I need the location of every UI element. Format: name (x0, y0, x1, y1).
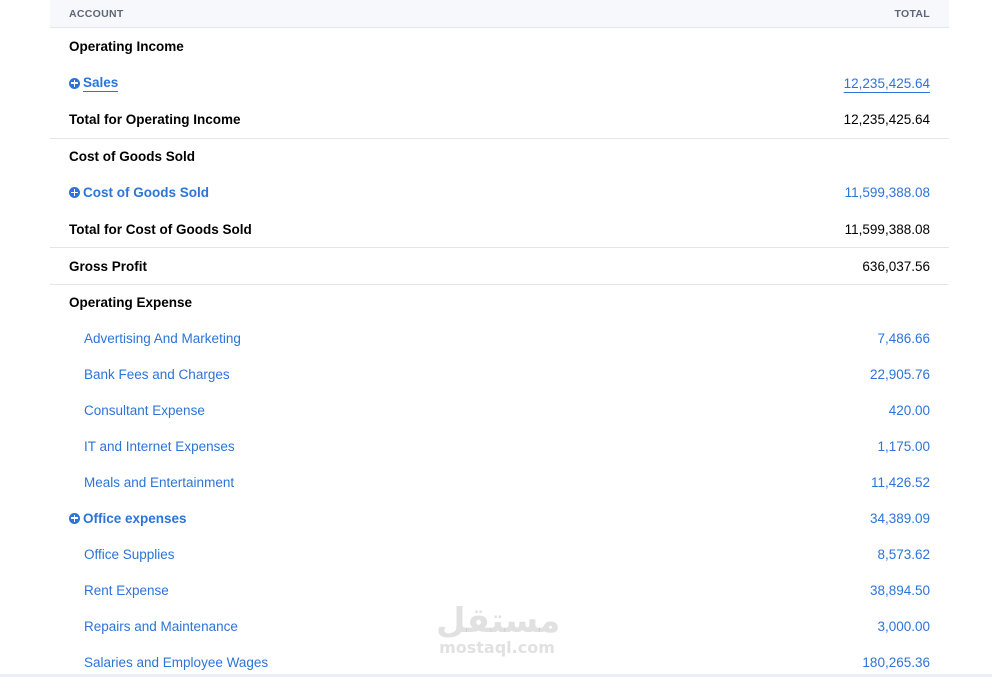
account-row[interactable]: Consultant Expense 420.00 (50, 392, 949, 428)
total-label: Total for Operating Income (69, 112, 241, 127)
account-row[interactable]: Bank Fees and Charges 22,905.76 (50, 356, 949, 392)
expand-plus-icon[interactable] (69, 77, 80, 89)
account-link[interactable]: Meals and Entertainment (69, 475, 234, 490)
account-row[interactable]: IT and Internet Expenses 1,175.00 (50, 428, 949, 464)
total-label: Total for Cost of Goods Sold (69, 221, 252, 237)
amount-link[interactable]: 8,573.62 (877, 547, 930, 562)
account-link-sales[interactable]: Sales (83, 75, 119, 92)
account-link[interactable]: Salaries and Employee Wages (69, 655, 268, 670)
account-link[interactable]: Office Supplies (69, 547, 175, 562)
total-amount: 12,235,425.64 (843, 112, 930, 127)
account-row[interactable]: Repairs and Maintenance 3,000.00 (50, 608, 949, 644)
amount-link[interactable]: 1,175.00 (877, 439, 930, 454)
total-row-operating-income: Total for Operating Income 12,235,425.64 (50, 101, 949, 138)
account-link[interactable]: Advertising And Marketing (69, 331, 241, 346)
account-link-office-expenses[interactable]: Office expenses (83, 511, 187, 526)
account-row[interactable]: Office Supplies 8,573.62 (50, 536, 949, 572)
account-link-cost-of-goods-sold[interactable]: Cost of Goods Sold (83, 185, 209, 200)
account-row[interactable]: Rent Expense 38,894.50 (50, 572, 949, 608)
gross-profit-label: Gross Profit (69, 258, 148, 274)
account-row[interactable]: Meals and Entertainment 11,426.52 (50, 464, 949, 500)
section-operating-expense: Operating Expense (50, 284, 949, 320)
total-amount: 11,599,388.08 (844, 221, 930, 237)
total-column-header: TOTAL (894, 7, 930, 20)
section-title: Operating Income (69, 39, 184, 54)
account-column-header: ACCOUNT (69, 7, 124, 20)
amount-link[interactable]: 7,486.66 (877, 331, 930, 346)
gross-profit-amount: 636,037.56 (862, 258, 930, 274)
account-link[interactable]: IT and Internet Expenses (69, 439, 235, 454)
section-title: Cost of Goods Sold (69, 149, 195, 164)
section-cost-of-goods-sold: Cost of Goods Sold (50, 138, 949, 174)
amount-link[interactable]: 3,000.00 (877, 619, 930, 634)
amount-link[interactable]: 22,905.76 (870, 367, 930, 382)
account-row-office-expenses[interactable]: Office expenses 34,389.09 (50, 500, 949, 536)
amount-link-office-expenses[interactable]: 34,389.09 (870, 511, 930, 526)
amount-link-sales[interactable]: 12,235,425.64 (844, 76, 930, 91)
amount-link[interactable]: 420.00 (889, 403, 930, 418)
total-row-cost-of-goods-sold: Total for Cost of Goods Sold 11,599,388.… (50, 211, 949, 247)
profit-and-loss-report: ACCOUNT TOTAL Operating Income Sales 12,… (50, 0, 949, 677)
expand-plus-icon[interactable] (69, 512, 80, 524)
gross-profit-row: Gross Profit 636,037.56 (50, 247, 949, 284)
account-link[interactable]: Rent Expense (69, 583, 169, 598)
amount-link-cost-of-goods-sold[interactable]: 11,599,388.08 (845, 185, 930, 200)
account-link[interactable]: Bank Fees and Charges (69, 367, 230, 382)
account-row-sales[interactable]: Sales 12,235,425.64 (50, 65, 949, 101)
section-operating-income: Operating Income (50, 28, 949, 65)
account-row[interactable]: Salaries and Employee Wages 180,265.36 (50, 644, 949, 677)
account-row-cost-of-goods-sold[interactable]: Cost of Goods Sold 11,599,388.08 (50, 174, 949, 211)
amount-link[interactable]: 38,894.50 (870, 583, 930, 598)
account-link[interactable]: Consultant Expense (69, 403, 205, 418)
account-row[interactable]: Advertising And Marketing 7,486.66 (50, 320, 949, 356)
expand-plus-icon[interactable] (69, 187, 80, 198)
account-link[interactable]: Repairs and Maintenance (69, 619, 238, 634)
section-title: Operating Expense (69, 295, 193, 310)
table-header: ACCOUNT TOTAL (50, 0, 949, 28)
amount-link[interactable]: 11,426.52 (871, 475, 930, 490)
amount-link[interactable]: 180,265.36 (862, 655, 930, 670)
